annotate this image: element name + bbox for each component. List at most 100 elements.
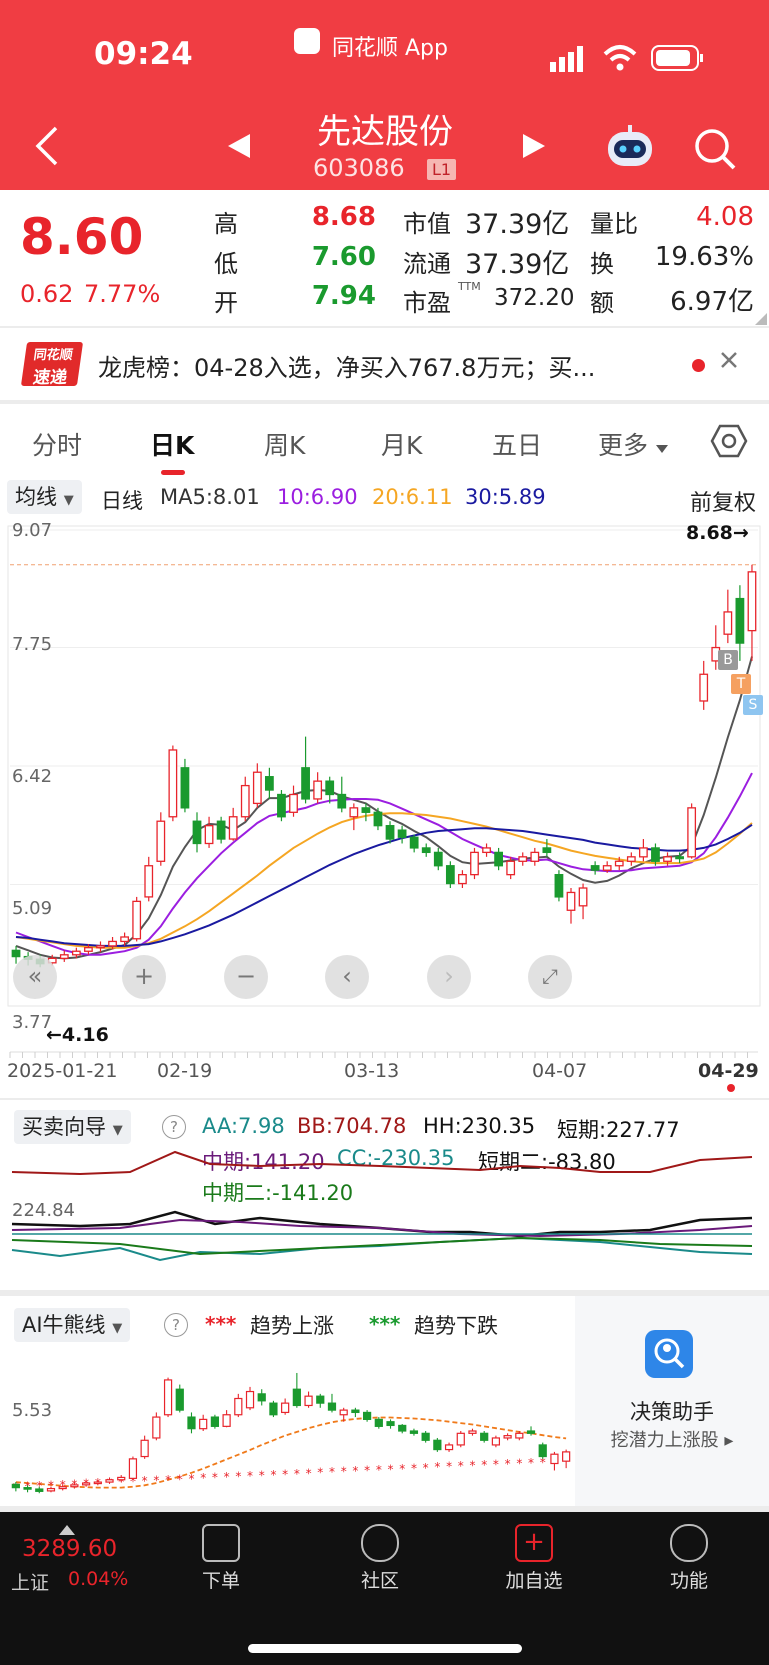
ai-candle-body	[480, 1432, 489, 1441]
candle-body	[180, 767, 190, 809]
next-stock-icon[interactable]	[521, 132, 547, 164]
search-icon[interactable]	[692, 126, 738, 176]
ind1-cc-line	[11, 1236, 753, 1262]
nav-add-watchlist[interactable]: + 加自选	[484, 1524, 584, 1593]
candle-body	[421, 847, 431, 854]
candle-body	[626, 856, 636, 862]
ma10-label: 10:6.90	[277, 485, 358, 509]
ai-candle-body	[386, 1421, 395, 1427]
y-tick-2: 6.42	[12, 766, 53, 787]
zoom-out-full-icon[interactable]: «	[13, 955, 57, 999]
candle-body	[59, 954, 69, 960]
nav-community[interactable]: 社区	[330, 1524, 430, 1593]
tab-monthly-k[interactable]: 月K	[381, 426, 422, 462]
news-ticker[interactable]: 同花顺 速递 龙虎榜：04-28入选，净买入767.8万元；买...	[0, 328, 769, 400]
tab-weekly-k[interactable]: 周K	[264, 426, 305, 462]
candle-body	[240, 784, 250, 818]
ai-candle-body	[70, 1484, 79, 1488]
order-doc-icon	[202, 1524, 240, 1562]
index-value[interactable]: 3289.60	[22, 1536, 117, 1562]
ai-candle-body	[234, 1397, 243, 1416]
candle-body	[216, 820, 226, 840]
close-icon[interactable]	[719, 350, 739, 374]
stock-code: 603086	[313, 154, 405, 182]
trend-up-marker: *	[469, 1459, 475, 1473]
float-label: 流通	[403, 250, 451, 278]
trend-up-marker: *	[341, 1465, 347, 1479]
ai-candle-body	[526, 1430, 536, 1434]
ai-candle-body	[550, 1453, 559, 1465]
candle-body	[132, 900, 142, 940]
ma-selector[interactable]: 均线 ▼	[7, 480, 82, 514]
news-text[interactable]: 龙虎榜：04-28入选，净买入767.8万元；买...	[98, 348, 595, 383]
candle-body	[301, 767, 310, 800]
candle-body	[289, 793, 298, 813]
ai-candle-body	[187, 1416, 196, 1430]
candle-body	[747, 571, 757, 632]
candle-body	[458, 873, 467, 885]
ai-candle-body	[128, 1458, 138, 1479]
status-time: 09:24	[94, 36, 193, 72]
ai-candle-body	[11, 1483, 20, 1489]
settings-icon[interactable]	[710, 422, 748, 464]
candle-body	[313, 780, 323, 800]
signal-badge-t[interactable]: T	[731, 674, 751, 694]
nav-order[interactable]: 下单	[171, 1524, 271, 1593]
vol-ratio-value: 4.08	[696, 202, 754, 232]
ai-candle-body	[327, 1402, 337, 1411]
prev-stock-icon[interactable]	[226, 132, 252, 164]
zoom-out-icon[interactable]: −	[224, 955, 268, 999]
news-logo-top: 同花顺	[32, 348, 74, 363]
candle-body	[638, 847, 648, 858]
trend-up-marker: *	[282, 1467, 288, 1481]
trend-up-marker: *	[200, 1471, 206, 1485]
x-tick-1: 02-19	[157, 1060, 213, 1082]
ind1-bb-line	[11, 1150, 753, 1176]
ai-bull-bear-panel: AI牛熊线 ▼ ? *** 趋势上涨 *** 趋势下跌 5.53 * * * * * * *…	[0, 1296, 769, 1506]
ai-candle-body	[409, 1430, 419, 1434]
candle-body	[506, 860, 516, 876]
pan-left-icon[interactable]: ‹	[325, 955, 369, 999]
turnover-value: 19.63%	[654, 242, 754, 272]
candle-body	[108, 940, 117, 947]
trend-up-marker: *	[481, 1458, 487, 1472]
tab-five-day[interactable]: 五日	[492, 426, 542, 462]
indicator1-chart	[11, 1150, 753, 1262]
candle-body	[494, 851, 504, 867]
tab-more[interactable]: 更多	[598, 426, 648, 462]
signal-badge-b[interactable]: B	[718, 650, 738, 670]
ai-candle-body	[362, 1411, 372, 1420]
decision-helper-card[interactable]: 决策助手 挖潜力上涨股 ▸	[575, 1296, 769, 1506]
vol-ratio-label: 量比	[590, 210, 638, 238]
ai-candle-body	[562, 1451, 571, 1462]
back-icon[interactable]	[32, 124, 62, 172]
expand-corner-icon[interactable]	[755, 310, 767, 329]
ai-candle-body	[117, 1476, 126, 1481]
signal-icon	[550, 46, 590, 76]
ai-candle-body	[456, 1432, 465, 1446]
app-badge: 同花顺 App	[332, 36, 448, 61]
tab-intraday[interactable]: 分时	[32, 426, 82, 462]
candlestick-chart[interactable]	[0, 512, 769, 1098]
candle-body	[337, 793, 347, 809]
nav-functions[interactable]: 功能	[639, 1524, 739, 1593]
ai-candle-body	[339, 1409, 348, 1416]
ma-line-ma30	[15, 823, 753, 947]
pan-right-icon[interactable]: ›	[427, 955, 471, 999]
home-indicator	[248, 1644, 522, 1653]
ma5-label: MA5:8.01	[160, 485, 260, 509]
zoom-in-icon[interactable]: +	[122, 955, 166, 999]
fullscreen-icon[interactable]: ⤢	[528, 955, 572, 999]
trend-up-marker: *	[388, 1462, 394, 1476]
ai-candle-body	[503, 1435, 512, 1439]
ai-candle-body	[245, 1390, 255, 1409]
robot-assistant-icon[interactable]	[604, 124, 656, 176]
trend-up-marker: *	[317, 1466, 323, 1480]
candle-body	[409, 836, 419, 849]
signal-badge-s[interactable]: S	[743, 695, 763, 715]
tab-daily-k[interactable]: 日K	[150, 426, 194, 462]
candle-body	[204, 825, 214, 845]
trend-up-marker: *	[516, 1456, 522, 1470]
ai-candle-body	[105, 1479, 114, 1483]
ai-candle-body	[444, 1444, 454, 1451]
